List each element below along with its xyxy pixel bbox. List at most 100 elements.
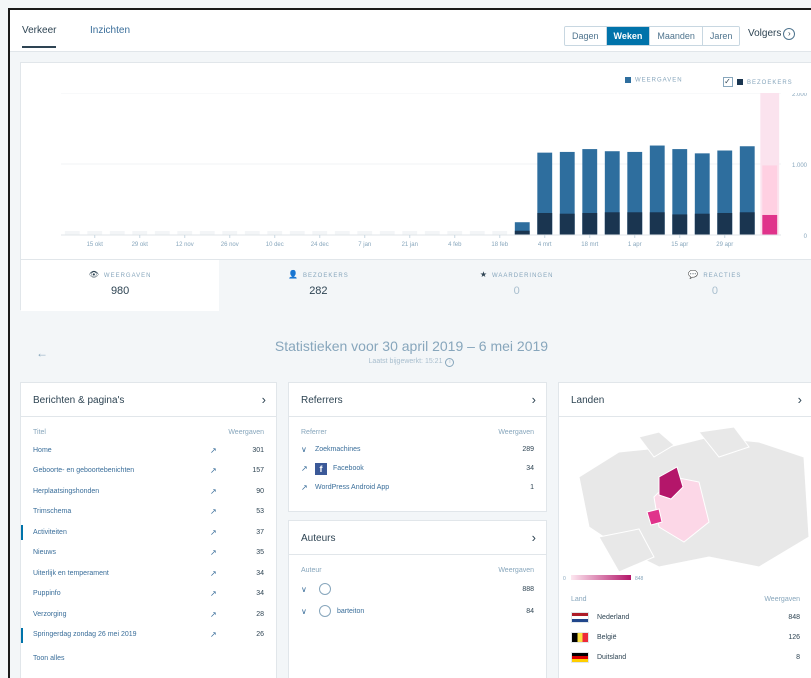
post-title[interactable]: Home bbox=[33, 447, 210, 454]
chevron-right-icon[interactable]: › bbox=[798, 392, 802, 407]
post-title[interactable]: Uiterlijk en temperament bbox=[33, 570, 210, 577]
external-link-icon[interactable]: ↗ bbox=[210, 569, 238, 578]
post-views: 90 bbox=[256, 487, 264, 495]
post-title[interactable]: Geboorte- en geboortebenichten bbox=[33, 467, 210, 474]
referrer-name[interactable]: Zoekmachines bbox=[315, 446, 504, 453]
post-title[interactable]: Trimschema bbox=[33, 508, 210, 515]
period-days[interactable]: Dagen bbox=[565, 27, 607, 45]
checkbox-icon[interactable]: ✓ bbox=[723, 77, 733, 87]
followers-link[interactable]: Volgers › bbox=[748, 28, 796, 40]
x-tick-label: 21 jan bbox=[402, 242, 418, 248]
author-name[interactable]: barteiton bbox=[337, 608, 504, 615]
post-title[interactable]: Nieuws bbox=[33, 549, 210, 556]
external-link-icon[interactable]: ↗ bbox=[210, 610, 238, 619]
column-views: Weergaven bbox=[228, 429, 264, 436]
last-updated-text: Laatst bijgewerkt: 15:21 bbox=[368, 358, 443, 365]
external-link-icon[interactable]: ↗ bbox=[210, 548, 238, 557]
scale-max: 848 bbox=[635, 576, 644, 582]
tab-insights[interactable]: Inzichten bbox=[90, 25, 130, 36]
chevron-right-icon[interactable]: › bbox=[532, 530, 536, 545]
followers-label: Volgers bbox=[748, 28, 782, 39]
post-title[interactable]: Verzorging bbox=[33, 611, 210, 618]
referrer-name[interactable]: WordPress Android App bbox=[315, 484, 504, 491]
author-views: 888 bbox=[522, 585, 534, 593]
chevron-down-icon[interactable]: ∨ bbox=[301, 445, 315, 454]
scale-min: 0 bbox=[563, 576, 566, 582]
post-row[interactable]: Trimschema ↗ 53 bbox=[21, 502, 276, 523]
empty-bar bbox=[87, 231, 103, 235]
external-link-icon[interactable]: ↗ bbox=[210, 466, 238, 475]
x-tick-label: 24 dec bbox=[311, 242, 329, 248]
external-link-icon[interactable]: ↗ bbox=[210, 507, 238, 516]
table-header: Titel Weergaven bbox=[21, 417, 276, 440]
period-months[interactable]: Maanden bbox=[650, 27, 703, 45]
show-all-link[interactable]: Toon alles bbox=[21, 645, 276, 672]
world-map[interactable]: 0 848 bbox=[559, 417, 811, 587]
stat-label: BEZOEKERS bbox=[303, 273, 349, 279]
referrers-header[interactable]: Referrers › bbox=[289, 383, 546, 417]
referrer-row[interactable]: ∨ Zoekmachines 289 bbox=[289, 440, 546, 459]
external-link-icon[interactable]: ↗ bbox=[301, 464, 315, 473]
referrer-row[interactable]: ↗ WordPress Android App 1 bbox=[289, 478, 546, 497]
y-tick-label: 1.000 bbox=[792, 163, 808, 169]
chevron-right-icon[interactable]: › bbox=[262, 392, 266, 407]
stat-value: 980 bbox=[110, 285, 130, 297]
authors-header[interactable]: Auteurs › bbox=[289, 521, 546, 555]
countries-list: Nederland 848 België 126 Duitsland 8 bbox=[559, 607, 811, 667]
referrer-row[interactable]: ↗ f Facebook 34 bbox=[289, 459, 546, 478]
visitors-bar bbox=[717, 212, 733, 235]
info-icon[interactable]: i bbox=[445, 358, 455, 367]
post-row[interactable]: Nieuws ↗ 35 bbox=[21, 543, 276, 564]
post-title[interactable]: Puppinfo bbox=[33, 590, 210, 597]
referrer-views: 289 bbox=[522, 446, 534, 453]
post-title[interactable]: Activiteiten bbox=[33, 529, 210, 536]
period-years[interactable]: Jaren bbox=[702, 27, 740, 45]
author-row[interactable]: ∨ barteiton 84 bbox=[289, 600, 546, 622]
column-views: Weergaven bbox=[498, 567, 534, 574]
countries-header[interactable]: Landen › bbox=[559, 383, 811, 417]
post-row[interactable]: Home ↗ 301 bbox=[21, 440, 276, 461]
author-views: 84 bbox=[526, 607, 534, 615]
chevron-down-icon[interactable]: ∨ bbox=[301, 585, 315, 594]
external-link-icon[interactable]: ↗ bbox=[210, 630, 238, 639]
tab-traffic[interactable]: Verkeer bbox=[22, 25, 57, 48]
x-tick-label: 15 okt bbox=[87, 242, 104, 248]
external-link-icon[interactable]: ↗ bbox=[301, 483, 315, 492]
external-link-icon[interactable]: ↗ bbox=[210, 589, 238, 598]
post-row[interactable]: Springerdag zondag 26 mei 2019 ↗ 26 bbox=[21, 625, 276, 646]
external-link-icon[interactable]: ↗ bbox=[210, 487, 238, 496]
visitors-bar bbox=[514, 230, 530, 235]
author-row[interactable]: ∨ 888 bbox=[289, 578, 546, 600]
external-link-icon[interactable]: ↗ bbox=[210, 528, 238, 537]
empty-bar bbox=[492, 231, 508, 235]
person-icon: 👤 bbox=[288, 270, 300, 279]
post-row[interactable]: Puppinfo ↗ 34 bbox=[21, 584, 276, 605]
post-row[interactable]: Herplaatsingshonden ↗ 90 bbox=[21, 481, 276, 502]
chevron-right-icon[interactable]: › bbox=[532, 392, 536, 407]
period-weeks[interactable]: Weken bbox=[606, 27, 651, 45]
post-row[interactable]: Verzorging ↗ 28 bbox=[21, 604, 276, 625]
visitors-bar bbox=[672, 214, 688, 235]
referrer-views: 1 bbox=[530, 484, 534, 491]
posts-pages-header[interactable]: Berichten & pagina's › bbox=[21, 383, 276, 417]
post-row[interactable]: Uiterlijk en temperament ↗ 34 bbox=[21, 563, 276, 584]
post-row[interactable]: Activiteiten ↗ 37 bbox=[21, 522, 276, 543]
eye-icon: 👁 bbox=[88, 270, 100, 279]
stat-tab-views[interactable]: 👁 WEERGAVEN 980 bbox=[21, 260, 220, 311]
referrer-name[interactable]: Facebook bbox=[333, 465, 504, 472]
visitors-bar bbox=[627, 212, 643, 235]
stats-tabs: 👁 WEERGAVEN 980 👤 BEZOEKERS 282 ★ WAARDERIN… bbox=[21, 259, 811, 311]
post-row[interactable]: Geboorte- en geboortebenichten ↗ 157 bbox=[21, 461, 276, 482]
stat-value: 0 bbox=[711, 285, 718, 297]
stat-tab-visitors[interactable]: 👤 BEZOEKERS 282 bbox=[219, 260, 418, 311]
chevron-down-icon[interactable]: ∨ bbox=[301, 607, 315, 616]
legend-visitors[interactable]: ✓ BEZOEKERS bbox=[723, 77, 793, 87]
traffic-bar-chart[interactable]: 15 okt 29 okt 12 nov 26 nov 10 dec 24 dec 7 ja… bbox=[21, 93, 811, 259]
stat-tab-comments[interactable]: 💬 REACTIES 0 bbox=[615, 260, 811, 311]
post-title[interactable]: Springerdag zondag 26 mei 2019 bbox=[33, 631, 210, 638]
chevron-right-icon: › bbox=[783, 28, 796, 40]
external-link-icon[interactable]: ↗ bbox=[210, 446, 238, 455]
country-row: Duitsland 8 bbox=[559, 647, 811, 667]
stat-tab-likes[interactable]: ★ WAARDERINGEN 0 bbox=[417, 260, 616, 311]
post-title[interactable]: Herplaatsingshonden bbox=[33, 488, 210, 495]
